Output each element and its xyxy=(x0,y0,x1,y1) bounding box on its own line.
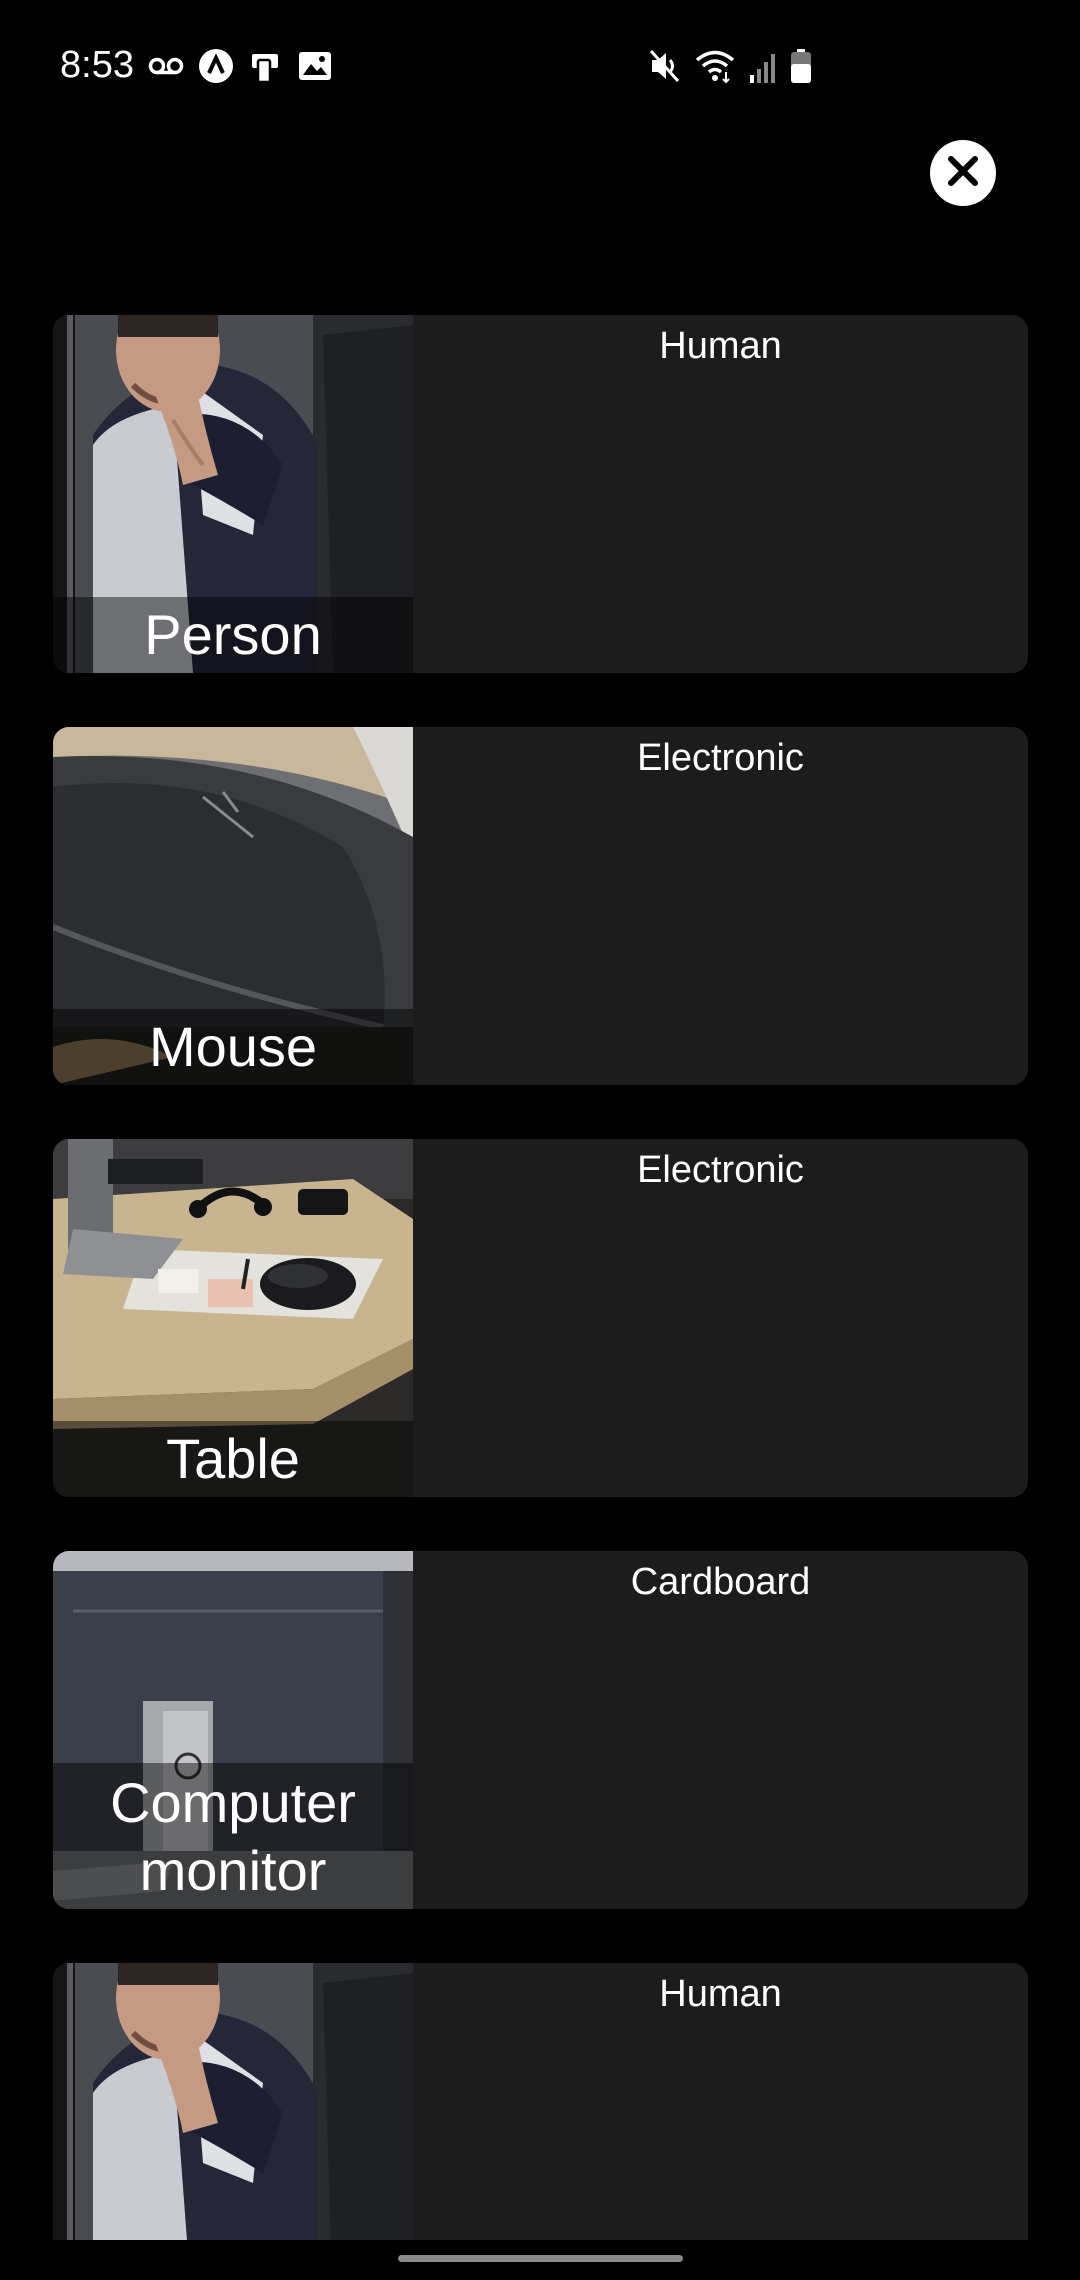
result-label: Person xyxy=(53,597,413,673)
results-list[interactable]: Person Human Mouse Electronic Table Elec… xyxy=(53,315,1028,2240)
result-card[interactable]: Human xyxy=(53,1963,1028,2240)
status-time: 8:53 xyxy=(60,44,134,86)
result-category: Electronic xyxy=(637,737,804,779)
result-card[interactable]: Table Electronic xyxy=(53,1139,1028,1497)
result-label: Computer monitor xyxy=(53,1763,413,1909)
mute-icon xyxy=(648,48,682,89)
wifi-icon xyxy=(694,48,736,89)
person-photo xyxy=(53,1963,413,2240)
status-left-icons xyxy=(148,48,332,89)
close-icon xyxy=(946,154,980,193)
result-label: Mouse xyxy=(53,1009,413,1085)
result-card[interactable]: Mouse Electronic xyxy=(53,727,1028,1085)
home-indicator[interactable] xyxy=(398,2255,683,2262)
monitor-photo: Computer monitor xyxy=(53,1551,413,1909)
result-label: Table xyxy=(53,1421,413,1497)
mouse-photo: Mouse xyxy=(53,727,413,1085)
signal-icon xyxy=(748,49,778,88)
result-category: Human xyxy=(659,1973,782,2015)
result-card[interactable]: Person Human xyxy=(53,315,1028,673)
phone-stack-icon xyxy=(248,48,284,89)
image-icon xyxy=(298,51,332,86)
assistant-icon xyxy=(198,48,234,89)
voicemail-icon xyxy=(148,54,184,83)
status-bar: 8:53 xyxy=(0,0,1080,130)
result-category: Human xyxy=(659,325,782,367)
close-button[interactable] xyxy=(930,140,996,206)
desk-photo: Table xyxy=(53,1139,413,1497)
result-category: Cardboard xyxy=(630,1561,811,1603)
result-category: Electronic xyxy=(637,1149,804,1191)
status-right-icons xyxy=(648,48,812,89)
battery-icon xyxy=(790,48,812,89)
result-card[interactable]: Computer monitor Cardboard xyxy=(53,1551,1028,1909)
person-photo: Person xyxy=(53,315,413,673)
